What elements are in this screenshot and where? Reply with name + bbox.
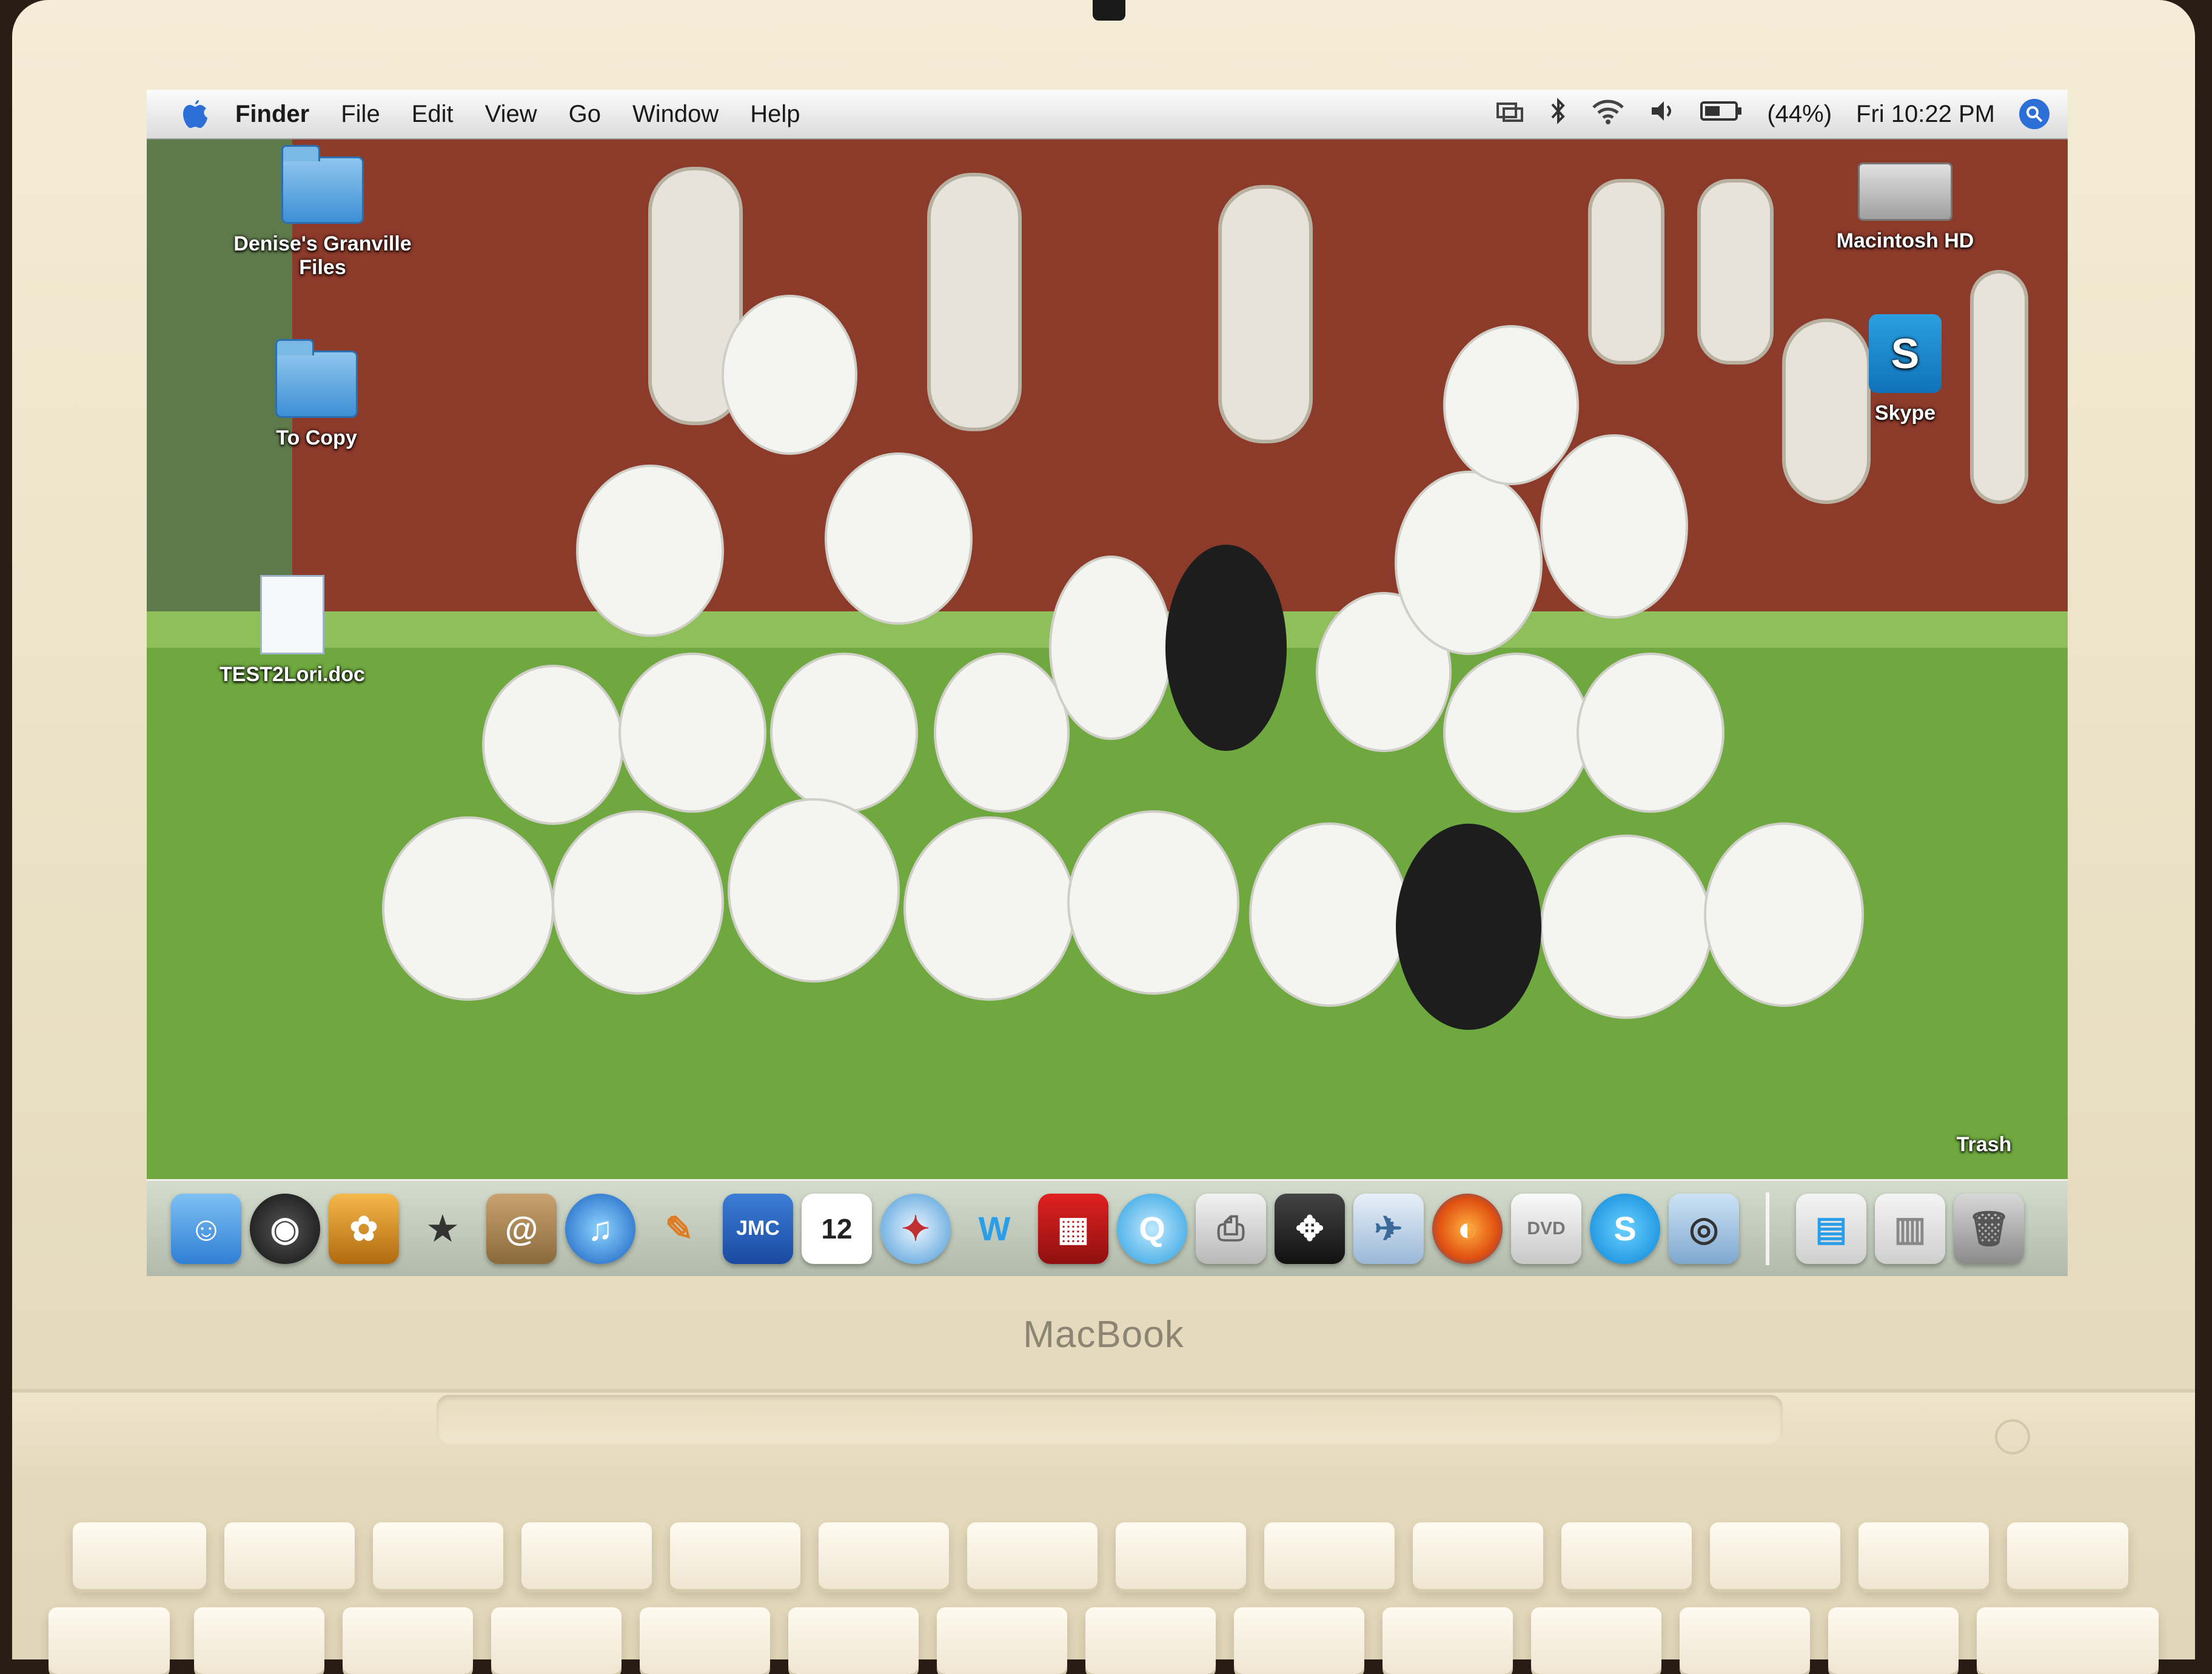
key-f12[interactable] bbox=[1858, 1522, 1989, 1589]
photo-booth-icon[interactable]: ▦ bbox=[1038, 1193, 1108, 1264]
safari-icon[interactable]: ✦ bbox=[880, 1193, 951, 1264]
downloads-stack-icon[interactable]: ▥ bbox=[1875, 1193, 1945, 1264]
key-8[interactable] bbox=[1234, 1607, 1364, 1674]
menu-clock[interactable]: Fri 10:22 PM bbox=[1856, 101, 1995, 128]
documents-stack-icon[interactable]: ▤ bbox=[1796, 1193, 1866, 1264]
key-minus[interactable] bbox=[1680, 1607, 1810, 1674]
trash-icon[interactable]: 🗑 bbox=[1954, 1193, 2024, 1264]
skype-icon[interactable]: S bbox=[1590, 1193, 1660, 1264]
hinge-slot bbox=[437, 1395, 1783, 1444]
printer-icon[interactable]: ⎙ bbox=[1196, 1193, 1266, 1264]
key-5[interactable] bbox=[788, 1607, 919, 1674]
dock-separator bbox=[1766, 1192, 1769, 1265]
wifi-icon[interactable] bbox=[1591, 98, 1625, 130]
key-f5[interactable] bbox=[819, 1522, 949, 1589]
hard-drive-icon bbox=[1858, 163, 1952, 221]
desktop-macintosh-hd-label: Macintosh HD bbox=[1836, 229, 1974, 252]
key-f10[interactable] bbox=[1561, 1522, 1692, 1589]
volume-icon[interactable] bbox=[1649, 99, 1676, 129]
desktop-document-test2lori[interactable]: TEST2Lori.doc bbox=[195, 575, 389, 687]
iphoto-icon[interactable]: ✿ bbox=[329, 1193, 399, 1264]
ical-icon[interactable]: 12 bbox=[802, 1193, 872, 1264]
desktop-wallpaper bbox=[147, 90, 2068, 1276]
key-f4[interactable] bbox=[670, 1522, 800, 1589]
key-f6[interactable] bbox=[967, 1522, 1098, 1589]
spotlight-icon[interactable] bbox=[2019, 99, 2049, 129]
itunes-icon[interactable]: ♫ bbox=[565, 1193, 635, 1264]
quicktime-icon[interactable]: Q bbox=[1117, 1193, 1187, 1264]
key-4[interactable] bbox=[640, 1607, 770, 1674]
menu-file[interactable]: File bbox=[325, 101, 395, 128]
laptop-body: Finder File Edit View Go Window Help (44… bbox=[12, 0, 2195, 1674]
desktop-macintosh-hd[interactable]: Macintosh HD bbox=[1808, 163, 2002, 253]
desktop-folder-to-copy[interactable]: To Copy bbox=[238, 339, 395, 450]
key-0[interactable] bbox=[1531, 1607, 1661, 1674]
iphoto-camera-icon[interactable]: ◎ bbox=[1669, 1193, 1739, 1264]
battery-icon[interactable] bbox=[1700, 100, 1743, 128]
battery-percent[interactable]: (44%) bbox=[1767, 101, 1832, 128]
folder-icon bbox=[281, 145, 364, 224]
folder-icon bbox=[275, 339, 358, 418]
keyboard bbox=[12, 1480, 2195, 1674]
preview-icon[interactable]: ✈ bbox=[1353, 1193, 1424, 1264]
apple-menu-icon[interactable] bbox=[171, 90, 220, 138]
key-f2[interactable] bbox=[373, 1522, 503, 1589]
desktop-folder-granville[interactable]: Denise's Granville Files bbox=[213, 145, 432, 280]
key-f8[interactable] bbox=[1264, 1522, 1395, 1589]
menu-help[interactable]: Help bbox=[734, 101, 816, 128]
menu-finder[interactable]: Finder bbox=[220, 101, 325, 128]
key-9[interactable] bbox=[1382, 1607, 1513, 1674]
key-3[interactable] bbox=[491, 1607, 622, 1674]
desktop-trash-label: Trash bbox=[1956, 1133, 2012, 1156]
address-book-icon[interactable]: @ bbox=[486, 1193, 557, 1264]
skype-file-icon: S bbox=[1869, 314, 1942, 393]
desktop-document-label: TEST2Lori.doc bbox=[220, 663, 365, 686]
key-f9[interactable] bbox=[1413, 1522, 1543, 1589]
key-2[interactable] bbox=[343, 1607, 473, 1674]
pages-icon[interactable]: ✎ bbox=[644, 1194, 714, 1264]
key-f3[interactable] bbox=[521, 1522, 652, 1589]
menu-window[interactable]: Window bbox=[617, 101, 734, 128]
key-backtick[interactable] bbox=[49, 1607, 170, 1674]
imovie-icon[interactable]: ★ bbox=[407, 1194, 478, 1264]
desktop-folder-granville-label: Denise's Granville Files bbox=[233, 232, 412, 279]
key-f1[interactable] bbox=[224, 1522, 355, 1589]
screen: Finder File Edit View Go Window Help (44… bbox=[147, 90, 2068, 1276]
key-1[interactable] bbox=[194, 1607, 324, 1674]
menu-view[interactable]: View bbox=[469, 101, 553, 128]
bluetooth-icon[interactable] bbox=[1550, 97, 1567, 131]
menu-extras: (44%) Fri 10:22 PM bbox=[1495, 97, 2068, 131]
dashboard-icon[interactable]: ◉ bbox=[250, 1193, 320, 1264]
key-eject[interactable] bbox=[2007, 1522, 2128, 1589]
menu-go[interactable]: Go bbox=[553, 101, 617, 128]
key-6[interactable] bbox=[937, 1607, 1067, 1674]
firefox-icon[interactable]: ◐ bbox=[1432, 1193, 1503, 1264]
finder-icon[interactable]: ☺ bbox=[171, 1193, 241, 1264]
document-icon bbox=[260, 575, 324, 654]
iweb-icon[interactable]: W bbox=[959, 1194, 1030, 1264]
desktop-skype-label: Skype bbox=[1874, 402, 1936, 425]
menu-bar: Finder File Edit View Go Window Help (44… bbox=[147, 90, 2068, 140]
dvd-player-icon[interactable]: DVD bbox=[1511, 1193, 1581, 1264]
key-f7[interactable] bbox=[1116, 1522, 1246, 1589]
menu-edit[interactable]: Edit bbox=[396, 101, 469, 128]
key-f11[interactable] bbox=[1710, 1522, 1840, 1589]
desktop-folder-to-copy-label: To Copy bbox=[276, 426, 357, 449]
macbook-logo: MacBook bbox=[1023, 1314, 1184, 1356]
power-button-icon[interactable] bbox=[1995, 1419, 2030, 1454]
key-7[interactable] bbox=[1085, 1607, 1216, 1674]
isight-camera bbox=[1093, 0, 1125, 21]
expose-icon[interactable]: ✥ bbox=[1275, 1193, 1345, 1264]
desktop-skype[interactable]: S Skype bbox=[1845, 314, 1966, 425]
key-equals[interactable] bbox=[1828, 1607, 1959, 1674]
sync-icon[interactable] bbox=[1495, 99, 1526, 129]
dock: ☺ ◉ ✿ ★ @ ♫ ✎ JMC 12 ✦ W ▦ Q ⎙ ✥ ✈ ◐ DVD… bbox=[147, 1179, 2068, 1276]
key-esc[interactable] bbox=[73, 1522, 206, 1589]
jmc-icon[interactable]: JMC bbox=[723, 1193, 793, 1264]
key-delete[interactable] bbox=[1977, 1607, 2159, 1674]
